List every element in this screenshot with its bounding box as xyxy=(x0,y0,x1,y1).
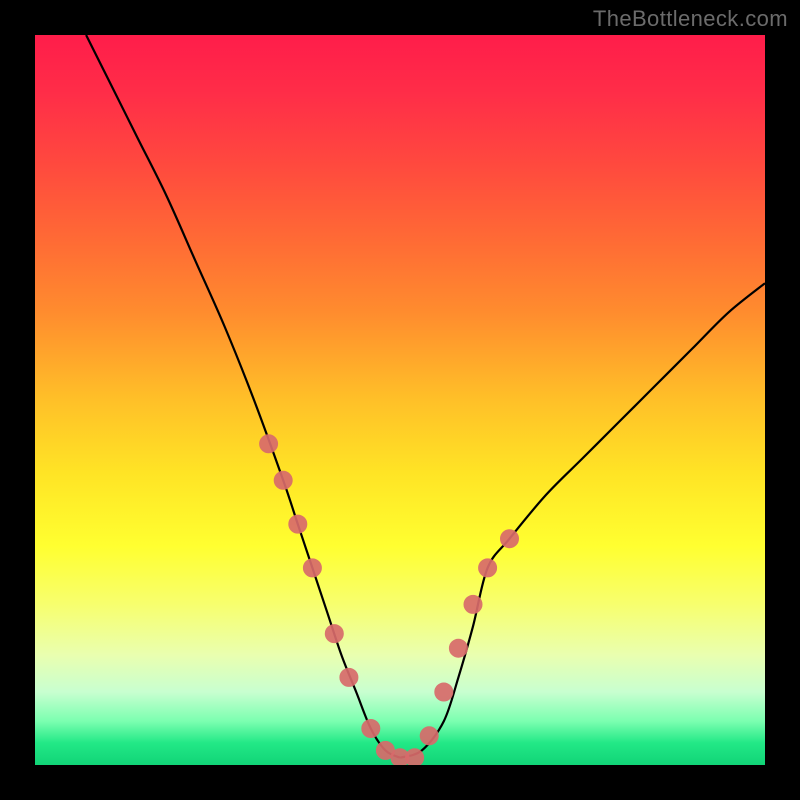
highlight-dot xyxy=(325,625,343,643)
highlight-dot xyxy=(420,727,438,745)
highlight-dot xyxy=(289,515,307,533)
highlight-dot xyxy=(260,435,278,453)
highlight-dot xyxy=(406,749,424,765)
highlight-dot xyxy=(449,639,467,657)
site-watermark: TheBottleneck.com xyxy=(593,6,788,32)
highlight-dot xyxy=(303,559,321,577)
highlight-dot xyxy=(340,668,358,686)
highlight-dot xyxy=(362,720,380,738)
highlight-dot xyxy=(274,471,292,489)
highlight-dot xyxy=(464,595,482,613)
chart-overlay xyxy=(35,35,765,765)
curve-left-branch xyxy=(86,35,400,758)
highlight-dot xyxy=(435,683,453,701)
highlight-dot xyxy=(501,530,519,548)
highlight-dot xyxy=(479,559,497,577)
curve-right-branch xyxy=(400,283,765,758)
highlight-dots-group xyxy=(260,435,519,765)
